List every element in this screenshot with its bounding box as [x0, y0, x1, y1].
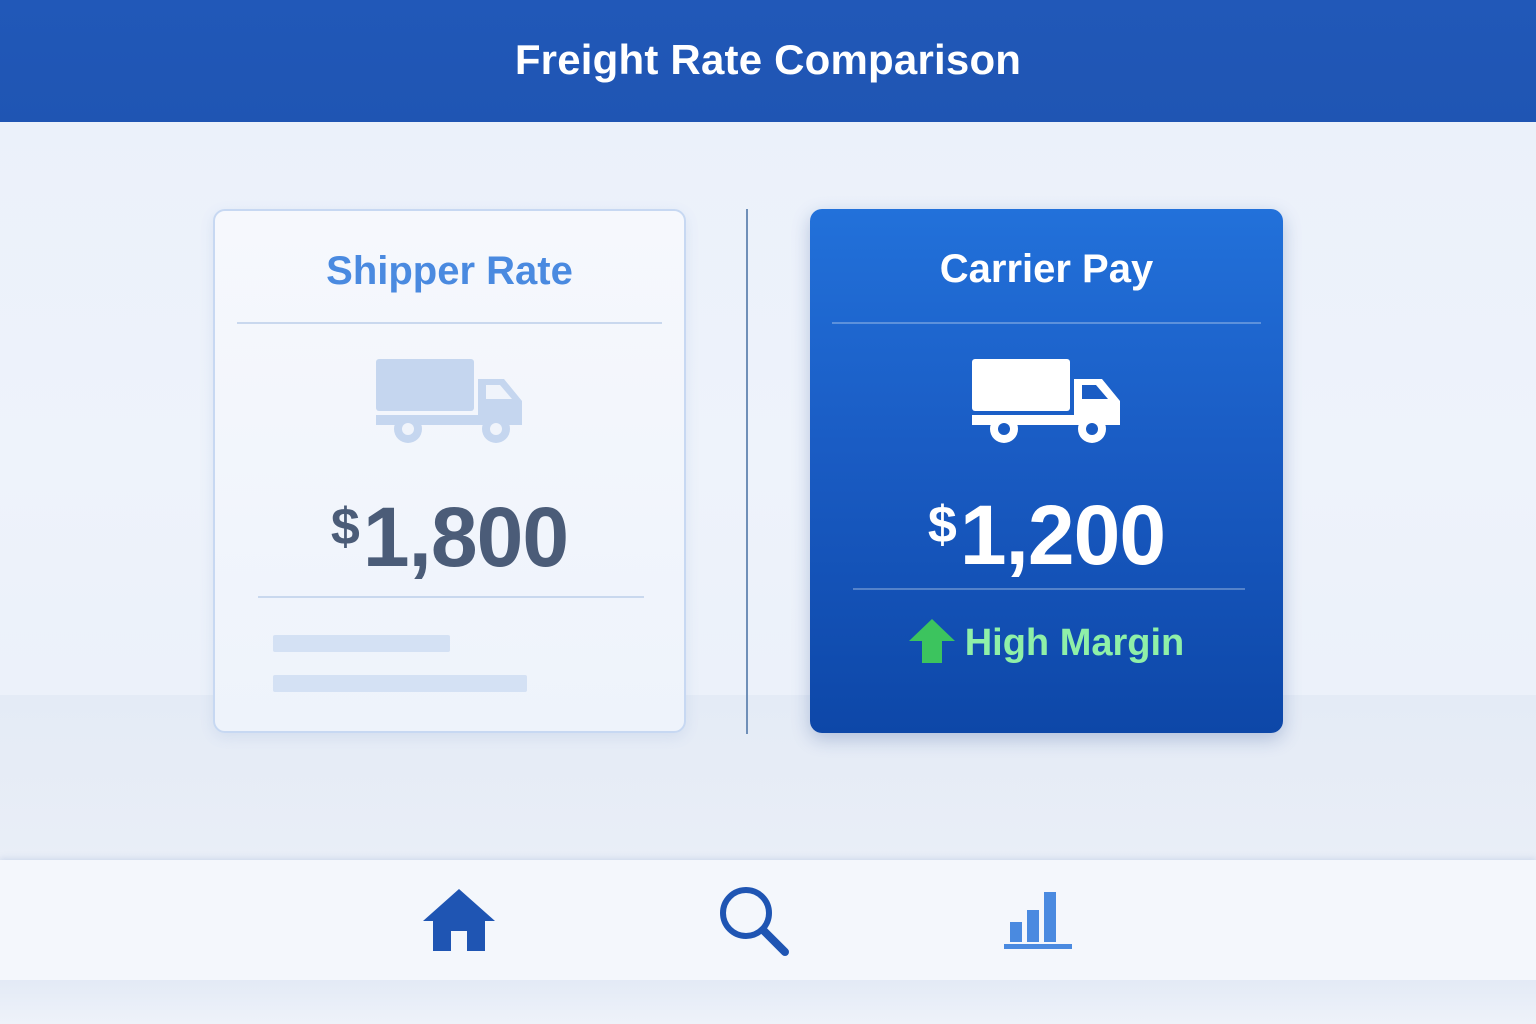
placeholder-line: [273, 675, 527, 692]
bar-chart-icon: [1002, 888, 1074, 957]
bottom-nav-bar: [0, 860, 1536, 980]
carrier-pay-amount: $1,200: [810, 477, 1283, 583]
nav-home-button[interactable]: [419, 886, 499, 958]
currency-symbol: $: [927, 496, 957, 554]
nav-search-button[interactable]: [713, 886, 793, 958]
page-title: Freight Rate Comparison: [514, 36, 1022, 83]
carrier-pay-card[interactable]: Carrier Pay $1,200 High Margin: [810, 209, 1283, 733]
amount-value: 1,200: [959, 488, 1166, 582]
card-divider: [258, 596, 644, 598]
currency-symbol: $: [330, 498, 360, 556]
carrier-pay-title: Carrier Pay: [939, 247, 1154, 291]
search-icon: [717, 884, 789, 961]
amount-value: 1,800: [362, 490, 569, 584]
card-divider: [853, 588, 1245, 590]
margin-label: High Margin: [964, 622, 1185, 664]
truck-icon: [375, 359, 524, 450]
margin-badge: High Margin: [810, 619, 1283, 668]
card-divider: [832, 322, 1261, 324]
arrow-up-icon: [908, 619, 955, 668]
vertical-divider: [746, 209, 748, 734]
shipper-rate-card[interactable]: Shipper Rate $1,800: [213, 209, 686, 733]
shipper-rate-amount: $1,800: [215, 479, 684, 585]
placeholder-line: [273, 635, 450, 652]
truck-icon: [971, 359, 1122, 450]
nav-stats-button[interactable]: [998, 886, 1078, 958]
home-icon: [421, 887, 497, 958]
card-divider: [237, 322, 662, 324]
app-header: Freight Rate Comparison: [0, 0, 1536, 122]
footer-band: [0, 980, 1536, 1024]
shipper-rate-title: Shipper Rate: [326, 249, 573, 293]
